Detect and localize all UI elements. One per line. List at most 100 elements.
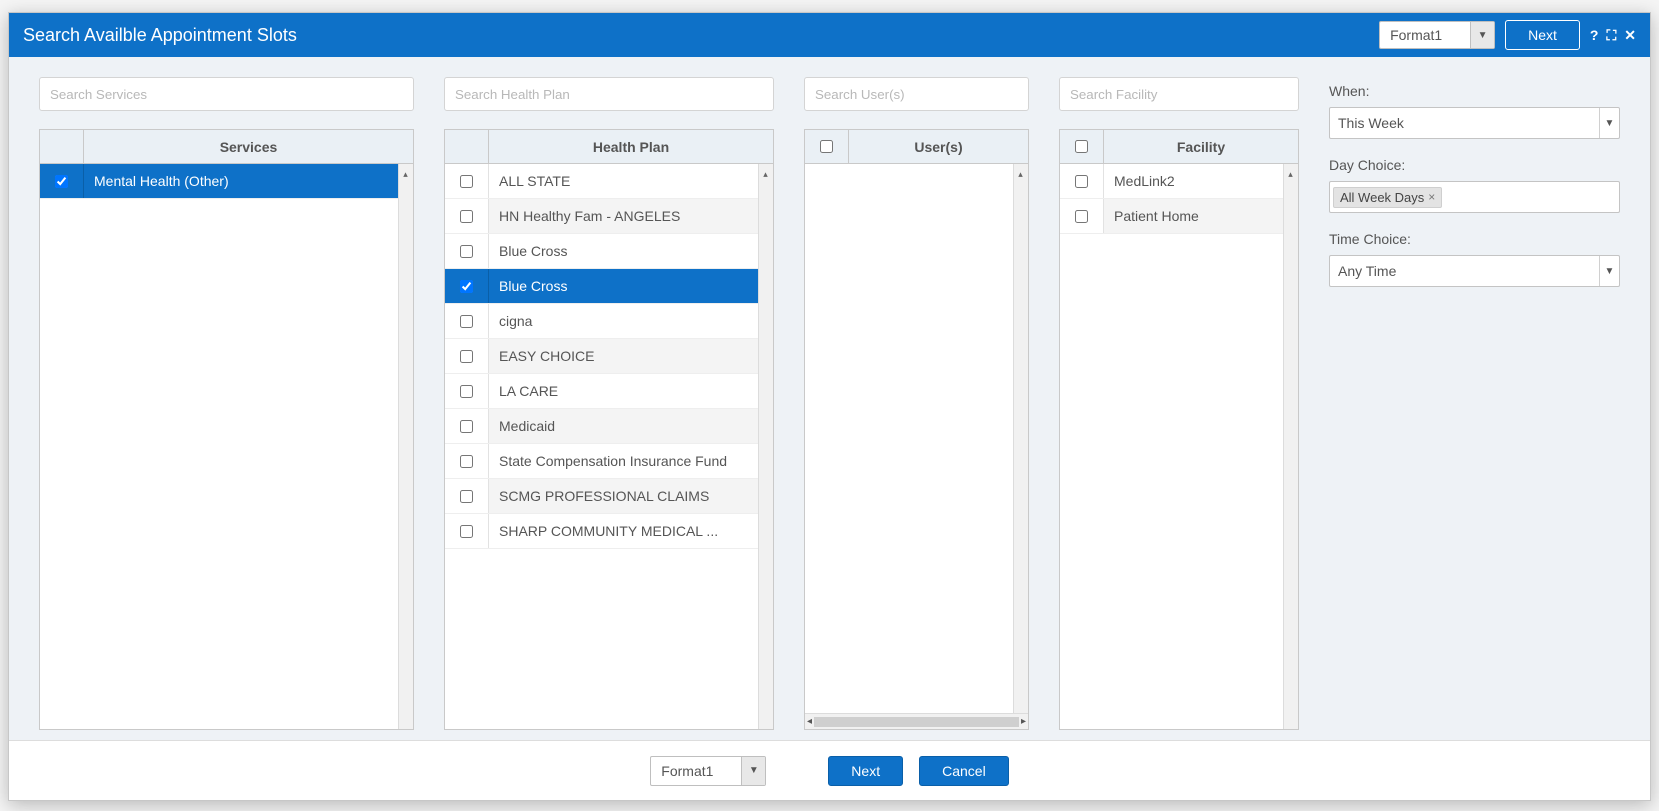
row-label: Blue Cross xyxy=(489,234,773,268)
facility-row[interactable]: MedLink2 xyxy=(1060,164,1298,199)
health-plan-header-checkbox-cell xyxy=(445,130,489,163)
cancel-button[interactable]: Cancel xyxy=(919,756,1009,786)
search-facility-input[interactable] xyxy=(1059,77,1299,111)
row-checkbox-cell[interactable] xyxy=(445,164,489,198)
health-row[interactable]: State Compensation Insurance Fund xyxy=(445,444,773,479)
health-plan-grid-body[interactable]: ALL STATEHN Healthy Fam - ANGELESBlue Cr… xyxy=(445,164,773,729)
row-checkbox-cell[interactable] xyxy=(445,409,489,443)
facility-grid-header: Facility xyxy=(1060,130,1298,164)
row-checkbox-cell[interactable] xyxy=(445,199,489,233)
health-plan-grid-header: Health Plan xyxy=(445,130,773,164)
search-health-plan-input[interactable] xyxy=(444,77,774,111)
health-row[interactable]: Medicaid xyxy=(445,409,773,444)
services-row[interactable]: Mental Health (Other) xyxy=(40,164,413,199)
time-choice-select[interactable]: Any Time ▼ xyxy=(1329,255,1620,287)
row-checkbox[interactable] xyxy=(460,455,473,468)
row-checkbox-cell[interactable] xyxy=(445,479,489,513)
format-select-bottom[interactable]: Format1 ▼ xyxy=(650,756,766,786)
health-plan-column: Health Plan ALL STATEHN Healthy Fam - AN… xyxy=(444,77,774,730)
chevron-down-icon: ▼ xyxy=(1599,108,1619,138)
tag-remove-icon[interactable]: × xyxy=(1428,190,1435,204)
day-choice-label: Day Choice: xyxy=(1329,157,1620,173)
close-icon[interactable]: ✕ xyxy=(1624,27,1636,44)
row-checkbox[interactable] xyxy=(460,490,473,503)
day-choice-tag[interactable]: All Week Days × xyxy=(1333,187,1442,208)
facility-header-checkbox-cell[interactable] xyxy=(1060,130,1104,163)
health-row[interactable]: cigna xyxy=(445,304,773,339)
users-grid-body[interactable]: ▴ xyxy=(805,164,1028,713)
row-checkbox[interactable] xyxy=(460,210,473,223)
users-grid: User(s) ▴ ◂ ▸ xyxy=(804,129,1029,730)
row-checkbox-cell[interactable] xyxy=(445,514,489,548)
scroll-left-icon: ◂ xyxy=(807,716,812,727)
chevron-down-icon: ▼ xyxy=(1599,256,1619,286)
scrollbar-vertical[interactable]: ▴ xyxy=(398,164,413,729)
scrollbar-vertical[interactable]: ▴ xyxy=(1283,164,1298,729)
scrollbar-vertical[interactable]: ▴ xyxy=(758,164,773,729)
scroll-up-icon: ▴ xyxy=(758,164,773,184)
health-row[interactable]: Blue Cross xyxy=(445,269,773,304)
facility-header-label: Facility xyxy=(1104,130,1298,163)
time-choice-value: Any Time xyxy=(1338,263,1396,279)
maximize-icon[interactable]: ⛶ xyxy=(1606,27,1616,44)
health-row[interactable]: Blue Cross xyxy=(445,234,773,269)
row-checkbox[interactable] xyxy=(460,420,473,433)
users-header-checkbox-cell[interactable] xyxy=(805,130,849,163)
format-select-top[interactable]: Format1 ▼ xyxy=(1379,21,1495,49)
services-header-label: Services xyxy=(84,130,413,163)
row-checkbox[interactable] xyxy=(460,350,473,363)
scroll-up-icon: ▴ xyxy=(398,164,413,184)
row-label: Patient Home xyxy=(1104,199,1298,233)
next-button-top[interactable]: Next xyxy=(1505,20,1580,50)
format-select-top-value: Format1 xyxy=(1380,27,1470,43)
health-row[interactable]: EASY CHOICE xyxy=(445,339,773,374)
row-checkbox-cell[interactable] xyxy=(1060,164,1104,198)
next-button[interactable]: Next xyxy=(828,756,903,786)
row-checkbox-cell[interactable] xyxy=(445,304,489,338)
row-checkbox[interactable] xyxy=(460,280,473,293)
titlebar-icons: ? ⛶ ✕ xyxy=(1590,27,1636,44)
health-row[interactable]: SCMG PROFESSIONAL CLAIMS xyxy=(445,479,773,514)
users-horizontal-scrollbar[interactable]: ◂ ▸ xyxy=(805,713,1028,729)
dialog-body: Services Mental Health (Other)▴ Health P… xyxy=(9,57,1650,740)
help-icon[interactable]: ? xyxy=(1590,27,1599,43)
row-checkbox[interactable] xyxy=(1075,210,1088,223)
row-label: Mental Health (Other) xyxy=(84,164,413,198)
users-column: User(s) ▴ ◂ ▸ xyxy=(804,77,1029,730)
row-checkbox-cell[interactable] xyxy=(445,269,489,303)
row-checkbox[interactable] xyxy=(1075,175,1088,188)
health-row[interactable]: ALL STATE xyxy=(445,164,773,199)
row-checkbox[interactable] xyxy=(55,175,68,188)
row-checkbox[interactable] xyxy=(460,175,473,188)
row-checkbox-cell[interactable] xyxy=(445,374,489,408)
services-grid-body[interactable]: Mental Health (Other)▴ xyxy=(40,164,413,729)
day-choice-field[interactable]: All Week Days × xyxy=(1329,181,1620,213)
row-checkbox-cell[interactable] xyxy=(445,444,489,478)
row-checkbox[interactable] xyxy=(460,315,473,328)
time-choice-label: Time Choice: xyxy=(1329,231,1620,247)
health-row[interactable]: LA CARE xyxy=(445,374,773,409)
search-services-input[interactable] xyxy=(39,77,414,111)
dialog-footer: Format1 ▼ Next Cancel xyxy=(9,740,1650,800)
row-checkbox[interactable] xyxy=(460,245,473,258)
filters-column: When: This Week ▼ Day Choice: All Week D… xyxy=(1329,77,1620,730)
search-users-input[interactable] xyxy=(804,77,1029,111)
row-checkbox-cell[interactable] xyxy=(1060,199,1104,233)
row-checkbox-cell[interactable] xyxy=(40,164,84,198)
row-label: SCMG PROFESSIONAL CLAIMS xyxy=(489,479,773,513)
facility-row[interactable]: Patient Home xyxy=(1060,199,1298,234)
row-checkbox[interactable] xyxy=(460,525,473,538)
facility-grid-body[interactable]: MedLink2Patient Home▴ xyxy=(1060,164,1298,729)
row-checkbox-cell[interactable] xyxy=(445,339,489,373)
health-row[interactable]: SHARP COMMUNITY MEDICAL ... xyxy=(445,514,773,549)
row-checkbox[interactable] xyxy=(460,385,473,398)
row-label: State Compensation Insurance Fund xyxy=(489,444,773,478)
services-column: Services Mental Health (Other)▴ xyxy=(39,77,414,730)
health-row[interactable]: HN Healthy Fam - ANGELES xyxy=(445,199,773,234)
row-label: Blue Cross xyxy=(489,269,773,303)
row-checkbox-cell[interactable] xyxy=(445,234,489,268)
row-label: MedLink2 xyxy=(1104,164,1298,198)
when-select[interactable]: This Week ▼ xyxy=(1329,107,1620,139)
dialog-title: Search Availble Appointment Slots xyxy=(23,25,1367,46)
scrollbar-vertical[interactable]: ▴ xyxy=(1013,164,1028,713)
